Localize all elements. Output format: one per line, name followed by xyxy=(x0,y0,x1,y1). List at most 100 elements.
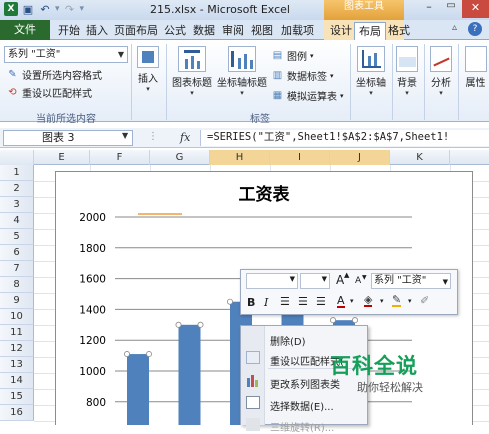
properties-button[interactable]: 属性 xyxy=(462,46,489,89)
align-right-icon[interactable]: ☰ xyxy=(316,295,326,308)
tab-formulas[interactable]: 公式 xyxy=(160,22,190,40)
column-header[interactable]: K xyxy=(390,150,450,165)
italic-button[interactable]: I xyxy=(264,296,268,309)
align-left-icon[interactable]: ☰ xyxy=(280,295,290,308)
chart-element-select-value: 系列 "工资" xyxy=(8,49,61,60)
chart-title[interactable]: 工资表 xyxy=(239,184,291,205)
save-icon[interactable]: ▣ xyxy=(21,2,35,16)
ribbon-minimize-icon[interactable]: ▵ xyxy=(452,22,457,33)
shape-fill-icon[interactable]: ◈ xyxy=(364,294,373,307)
selection-handle[interactable] xyxy=(351,317,358,324)
axis-titles-button[interactable]: 坐标轴标题 ▾ xyxy=(216,46,268,97)
excel-logo-icon[interactable]: X xyxy=(4,2,18,16)
selection-handle[interactable] xyxy=(329,317,336,324)
group-label-labels: 标签 xyxy=(250,114,270,125)
reset-style-label: 重设以匹配样式 xyxy=(22,89,92,100)
row-header[interactable]: 9 xyxy=(0,293,34,309)
background-button[interactable]: 背景 ▾ xyxy=(394,46,420,97)
data-table-button[interactable]: ▦ 模拟运算表 ▾ xyxy=(271,88,344,103)
menu-item-select-data[interactable]: 选择数据(E)... xyxy=(270,398,334,413)
chart-title-button[interactable]: 图表标题 ▾ xyxy=(170,46,214,97)
maximize-button[interactable]: ▭ xyxy=(440,0,462,18)
close-button[interactable]: ✕ xyxy=(462,0,489,18)
mini-series-select[interactable]: 系列 "工资" ▼ xyxy=(371,273,451,289)
menu-item-delete[interactable]: 删除(D) xyxy=(270,333,306,348)
row-header[interactable]: 6 xyxy=(0,245,34,261)
column-header-partial[interactable] xyxy=(450,150,489,165)
row-header[interactable]: 14 xyxy=(0,373,34,389)
undo-dropdown-icon[interactable]: ▾ xyxy=(55,4,60,14)
chevron-down-icon[interactable]: ▾ xyxy=(408,297,412,305)
chart-bar[interactable] xyxy=(127,354,149,425)
redo-icon[interactable]: ↷ xyxy=(63,2,77,16)
tab-design[interactable]: 设计 xyxy=(326,22,356,40)
font-color-button[interactable]: A xyxy=(337,295,345,308)
undo-icon[interactable]: ↶ xyxy=(38,2,52,16)
row-header[interactable]: 8 xyxy=(0,277,34,293)
tab-page-layout[interactable]: 页面布局 xyxy=(110,22,162,40)
tab-insert[interactable]: 插入 xyxy=(82,22,112,40)
name-box[interactable]: 图表 3 xyxy=(3,130,133,146)
align-center-icon[interactable]: ☰ xyxy=(298,295,308,308)
chart-bar[interactable] xyxy=(178,324,201,425)
row-header[interactable]: 3 xyxy=(0,197,34,213)
column-header[interactable]: G xyxy=(150,150,210,165)
selection-handle[interactable] xyxy=(197,321,204,328)
selection-handle[interactable] xyxy=(175,321,182,328)
y-tick-label: 800 xyxy=(86,397,106,409)
y-tick-label: 1800 xyxy=(79,243,106,255)
chevron-down-icon[interactable]: ▼ xyxy=(122,131,128,140)
data-labels-button[interactable]: ▥ 数据标签 ▾ xyxy=(271,68,334,83)
selection-handle[interactable] xyxy=(146,351,153,358)
bold-button[interactable]: B xyxy=(247,296,255,309)
chevron-down-icon[interactable]: ▾ xyxy=(350,297,354,305)
insert-function-icon[interactable]: fx xyxy=(180,131,190,144)
format-selection-button[interactable]: ✎ 设置所选内容格式 xyxy=(6,67,102,82)
analysis-button[interactable]: 分析 ▾ xyxy=(428,46,454,97)
axes-button[interactable]: 坐标轴 ▾ xyxy=(352,46,390,97)
tab-format[interactable]: 格式 xyxy=(384,22,414,40)
column-header[interactable]: J xyxy=(330,150,390,165)
reset-style-button[interactable]: ⟲ 重设以匹配样式 xyxy=(6,85,92,100)
row-header[interactable]: 7 xyxy=(0,261,34,277)
formula-input[interactable]: =SERIES("工资",Sheet1!$A$2:$A$7,Sheet1! xyxy=(200,130,489,146)
qat-customize-icon[interactable]: ▾ xyxy=(80,4,85,14)
minimize-button[interactable]: – xyxy=(418,0,440,18)
format-painter-icon[interactable]: ✐ xyxy=(420,294,429,307)
column-header[interactable]: I xyxy=(270,150,330,165)
row-header[interactable]: 5 xyxy=(0,229,34,245)
selection-handle[interactable] xyxy=(226,298,233,305)
tab-home[interactable]: 开始 xyxy=(54,22,84,40)
row-header[interactable]: 2 xyxy=(0,181,34,197)
row-header[interactable]: 16 xyxy=(0,405,34,421)
tab-view[interactable]: 视图 xyxy=(247,22,277,40)
chart-element-select[interactable]: 系列 "工资" ▼ xyxy=(4,46,128,63)
help-icon[interactable]: ? xyxy=(468,22,482,36)
shrink-font-button[interactable]: A xyxy=(355,276,361,286)
column-header[interactable]: H xyxy=(210,150,270,165)
insert-button[interactable]: 插入 ▾ xyxy=(134,46,162,93)
chevron-down-icon[interactable]: ▾ xyxy=(380,297,384,305)
legend-button[interactable]: ▤ 图例 ▾ xyxy=(271,48,314,63)
mini-font-select[interactable]: ▼ xyxy=(246,273,298,289)
tab-review[interactable]: 审阅 xyxy=(218,22,248,40)
row-header[interactable]: 10 xyxy=(0,309,34,325)
tab-layout[interactable]: 布局 xyxy=(354,22,386,41)
reset-style-icon xyxy=(246,351,260,364)
shape-outline-icon[interactable]: ✎ xyxy=(392,294,402,307)
row-header[interactable]: 4 xyxy=(0,213,34,229)
row-header[interactable]: 11 xyxy=(0,325,34,341)
tab-file[interactable]: 文件 xyxy=(0,20,50,40)
tab-data[interactable]: 数据 xyxy=(189,22,219,40)
row-header[interactable]: 15 xyxy=(0,389,34,405)
column-header[interactable]: E xyxy=(34,150,90,165)
select-all-corner[interactable] xyxy=(0,150,34,165)
row-header[interactable]: 13 xyxy=(0,357,34,373)
grow-font-button[interactable]: A xyxy=(336,273,344,287)
row-header[interactable]: 1 xyxy=(0,165,34,181)
tab-add-ins[interactable]: 加载项 xyxy=(277,22,318,40)
column-header[interactable]: F xyxy=(90,150,150,165)
selection-handle[interactable] xyxy=(124,351,131,358)
row-header[interactable]: 12 xyxy=(0,341,34,357)
mini-size-select[interactable]: ▼ xyxy=(300,273,330,289)
